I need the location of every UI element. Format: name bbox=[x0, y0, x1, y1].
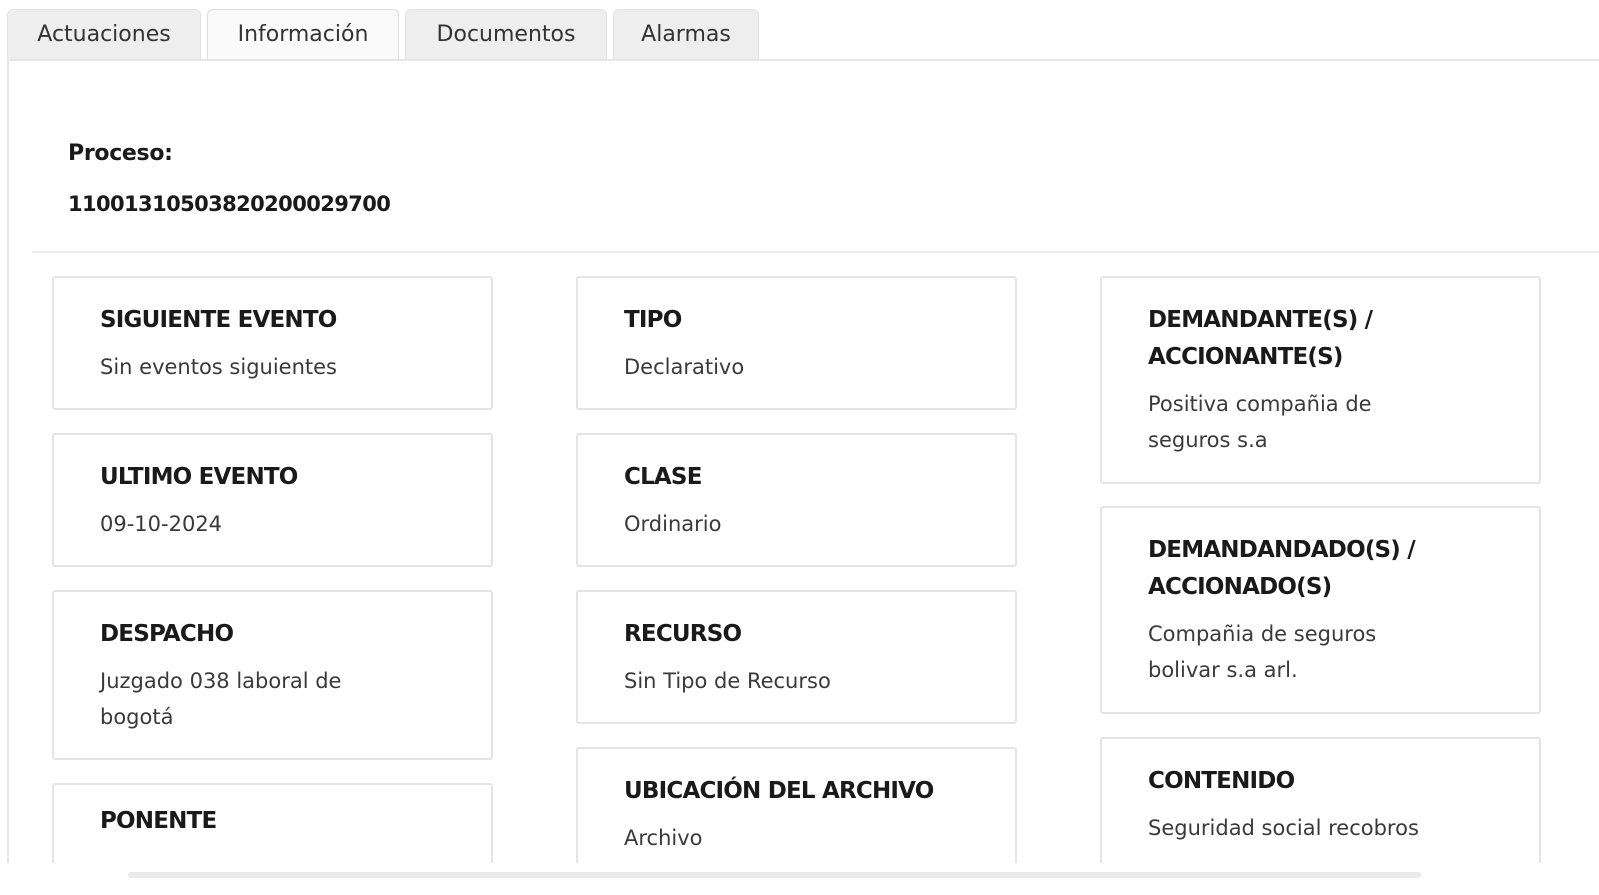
card-ponente: PONENTE bbox=[52, 783, 493, 863]
tab-documentos[interactable]: Documentos bbox=[405, 9, 607, 59]
card-value: 09-10-2024 bbox=[100, 512, 223, 536]
card-title: CONTENIDO bbox=[1148, 768, 1295, 794]
card-demandados: DEMANDANDADO(S) / ACCIONADO(S) Compañia … bbox=[1100, 506, 1541, 714]
card-siguiente-evento: SIGUIENTE EVENTO Sin eventos siguientes bbox=[52, 276, 493, 410]
card-value: Positiva compañia de seguros s.a bbox=[1148, 392, 1372, 452]
card-value: Ordinario bbox=[624, 512, 722, 536]
card-title: DESPACHO bbox=[100, 621, 234, 647]
card-title: PONENTE bbox=[100, 808, 217, 834]
proceso-header: Proceso: 11001310503820200029700 bbox=[68, 141, 391, 216]
proceso-label: Proceso: bbox=[68, 141, 173, 166]
card-title: RECURSO bbox=[624, 621, 742, 647]
card-title: SIGUIENTE EVENTO bbox=[100, 307, 337, 333]
card-value: Compañia de seguros bolivar s.a arl. bbox=[1148, 622, 1377, 682]
card-value: Sin Tipo de Recurso bbox=[624, 669, 831, 693]
card-recurso: RECURSO Sin Tipo de Recurso bbox=[576, 590, 1017, 724]
card-title: UBICACIÓN DEL ARCHIVO bbox=[624, 778, 934, 804]
tab-actuaciones[interactable]: Actuaciones bbox=[7, 9, 201, 59]
tab-informacion[interactable]: Información bbox=[207, 9, 399, 59]
card-value: Sin eventos siguientes bbox=[100, 355, 337, 379]
tab-alarmas[interactable]: Alarmas bbox=[613, 9, 759, 59]
proceso-number: 11001310503820200029700 bbox=[68, 192, 391, 216]
card-contenido: CONTENIDO Seguridad social recobros bbox=[1100, 737, 1541, 863]
card-value: Declarativo bbox=[624, 355, 745, 379]
card-value: Archivo bbox=[624, 826, 703, 850]
card-title: DEMANDANDADO(S) / ACCIONADO(S) bbox=[1148, 537, 1416, 600]
card-tipo: TIPO Declarativo bbox=[576, 276, 1017, 410]
card-value: Juzgado 038 laboral de bogotá bbox=[100, 669, 342, 729]
horizontal-scrollbar[interactable] bbox=[128, 872, 1421, 878]
informacion-panel: Proceso: 11001310503820200029700 SIGUIEN… bbox=[7, 59, 1599, 863]
card-title: TIPO bbox=[624, 307, 682, 333]
section-divider bbox=[32, 251, 1599, 253]
card-demandantes: DEMANDANTE(S) / ACCIONANTE(S) Positiva c… bbox=[1100, 276, 1541, 484]
card-ultimo-evento: ULTIMO EVENTO 09-10-2024 bbox=[52, 433, 493, 567]
card-clase: CLASE Ordinario bbox=[576, 433, 1017, 567]
tab-bar: Actuaciones Información Documentos Alarm… bbox=[7, 7, 765, 59]
card-ubicacion-archivo: UBICACIÓN DEL ARCHIVO Archivo bbox=[576, 747, 1017, 863]
card-title: CLASE bbox=[624, 464, 702, 490]
card-title: DEMANDANTE(S) / ACCIONANTE(S) bbox=[1148, 307, 1373, 370]
card-value: Seguridad social recobros bbox=[1148, 816, 1419, 840]
card-title: ULTIMO EVENTO bbox=[100, 464, 298, 490]
card-despacho: DESPACHO Juzgado 038 laboral de bogotá bbox=[52, 590, 493, 760]
